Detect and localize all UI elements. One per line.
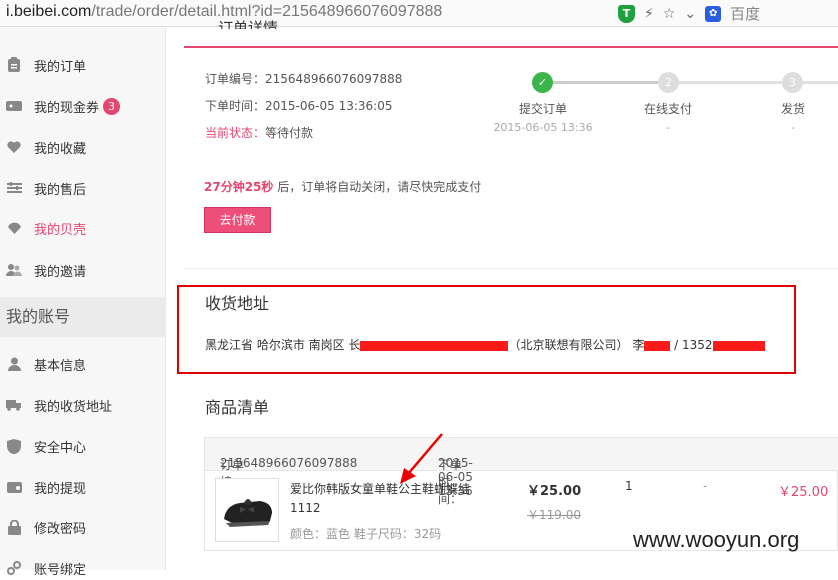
- countdown-notice: 27分钟25秒 后，订单将自动关闭，请尽快完成支付: [204, 180, 482, 194]
- users-icon: [6, 262, 22, 278]
- clipboard-icon: [6, 57, 22, 73]
- sidebar-item-security[interactable]: 安全中心: [6, 434, 86, 458]
- step-time: -: [791, 121, 795, 134]
- progress-line: [678, 81, 782, 84]
- lock-icon: [6, 519, 22, 535]
- browser-address-bar[interactable]: i.beibei.com/trade/order/detail.html?id=…: [0, 0, 838, 27]
- ticket-icon: [6, 98, 22, 114]
- sidebar-item-withdraw[interactable]: 我的提现: [6, 475, 86, 499]
- sidebar-item-label: 修改密码: [34, 521, 87, 537]
- account-section-title: 我的账号: [0, 297, 166, 337]
- watermark: www.wooyun.org: [633, 527, 800, 552]
- address-line: 黑龙江省 哈尔滨市 南岗区 长（北京联想有限公司） 李 / 1352: [205, 336, 765, 353]
- star-icon[interactable]: ☆: [663, 6, 676, 22]
- sidebar-item-label: 账号绑定: [34, 562, 87, 578]
- redaction: [712, 340, 765, 351]
- search-engine-label[interactable]: 百度: [730, 3, 760, 24]
- lightning-icon[interactable]: ⚡: [644, 6, 654, 22]
- sidebar-item-favorites[interactable]: 我的收藏: [6, 135, 86, 159]
- address-title: 收货地址: [205, 294, 270, 313]
- sliders-icon: [6, 180, 22, 196]
- sidebar-item-addresses[interactable]: 我的收货地址: [6, 393, 112, 417]
- step-number: 2: [658, 72, 679, 93]
- sidebar-item-label: 我的现金券: [34, 100, 100, 116]
- step-number: 3: [782, 72, 803, 93]
- wallet-icon: [6, 479, 22, 495]
- sidebar-item-label: 安全中心: [34, 440, 87, 456]
- heart-icon: [6, 139, 22, 155]
- order-detail-title: 订单详情: [218, 19, 279, 29]
- step-label: 提交订单: [518, 102, 567, 116]
- product-original-price: ￥119.00: [527, 508, 581, 522]
- goods-title: 商品清单: [205, 398, 270, 417]
- sidebar-item-orders[interactable]: 我的订单: [6, 53, 86, 77]
- sidebar-item-coupons[interactable]: 我的现金券 3: [6, 94, 121, 118]
- coupon-count-badge: 3: [103, 97, 121, 115]
- link-icon: [6, 560, 22, 576]
- product-attributes: 颜色：蓝色 鞋子尺码：32码: [290, 527, 442, 541]
- sidebar: 我的订单 我的现金券 3 我的收藏 我的售后 我的贝壳 我的邀请 我的账号 基本…: [0, 27, 166, 578]
- security-shield-icon[interactable]: T: [618, 4, 635, 23]
- order-item-header: 订单编号：215648966076097888 下单时间：2015-06-05 …: [205, 438, 838, 506]
- sidebar-item-label: 基本信息: [34, 358, 87, 374]
- sidebar-item-label: 我的邀请: [34, 264, 87, 280]
- redaction: [644, 340, 671, 351]
- product-thumbnail[interactable]: [215, 478, 279, 542]
- order-number: 订单编号：215648966076097888: [205, 72, 403, 86]
- sidebar-item-aftersales[interactable]: 我的售后: [6, 176, 86, 200]
- sidebar-item-account-binding[interactable]: 账号绑定: [6, 556, 86, 580]
- progress-line: [803, 81, 838, 84]
- sidebar-item-label: 我的订单: [34, 59, 87, 75]
- countdown-timer: 27分钟25秒: [204, 180, 274, 194]
- step-time: 2015-06-05 13:36: [493, 121, 593, 134]
- title-underline: [184, 46, 838, 48]
- product-discount: -: [703, 479, 708, 493]
- order-status: 当前状态：等待付款: [205, 126, 314, 140]
- sidebar-item-label: 我的收货地址: [34, 399, 113, 415]
- step-time: -: [666, 121, 670, 134]
- progress-line: [552, 81, 658, 84]
- section-divider: [184, 268, 838, 269]
- shield-icon: [6, 438, 22, 454]
- pay-button[interactable]: 去付款: [204, 207, 271, 233]
- sidebar-item-shells[interactable]: 我的贝壳: [6, 216, 86, 240]
- step-label: 在线支付: [643, 102, 692, 116]
- truck-icon: [6, 397, 22, 413]
- sidebar-item-label: 我的贝壳: [34, 222, 87, 238]
- chevron-down-icon[interactable]: ⌄: [684, 6, 696, 22]
- step-label: 发货: [780, 102, 805, 116]
- product-total: ￥25.00: [778, 485, 829, 500]
- shell-icon: [6, 220, 22, 236]
- redaction: [360, 340, 509, 351]
- sidebar-item-invites[interactable]: 我的邀请: [6, 258, 86, 282]
- step-check-icon: ✓: [532, 72, 553, 93]
- sidebar-item-label: 我的提现: [34, 481, 87, 497]
- baidu-paw-icon[interactable]: ✿: [705, 5, 722, 22]
- sidebar-item-label: 我的售后: [34, 182, 87, 198]
- red-arrow-annotation: [400, 433, 443, 484]
- order-time: 下单时间：2015-06-05 13:36:05: [205, 99, 393, 113]
- product-price: ￥25.00: [527, 484, 582, 499]
- highlight-box: [177, 285, 796, 374]
- sidebar-item-label: 我的收藏: [34, 141, 87, 157]
- product-name[interactable]: 爱比你韩版女童单鞋公主鞋蝴蝶结1112: [290, 480, 485, 518]
- sidebar-item-basic-info[interactable]: 基本信息: [6, 352, 86, 376]
- user-icon: [6, 356, 22, 372]
- sidebar-item-change-password[interactable]: 修改密码: [6, 515, 86, 539]
- product-quantity: 1: [625, 479, 633, 493]
